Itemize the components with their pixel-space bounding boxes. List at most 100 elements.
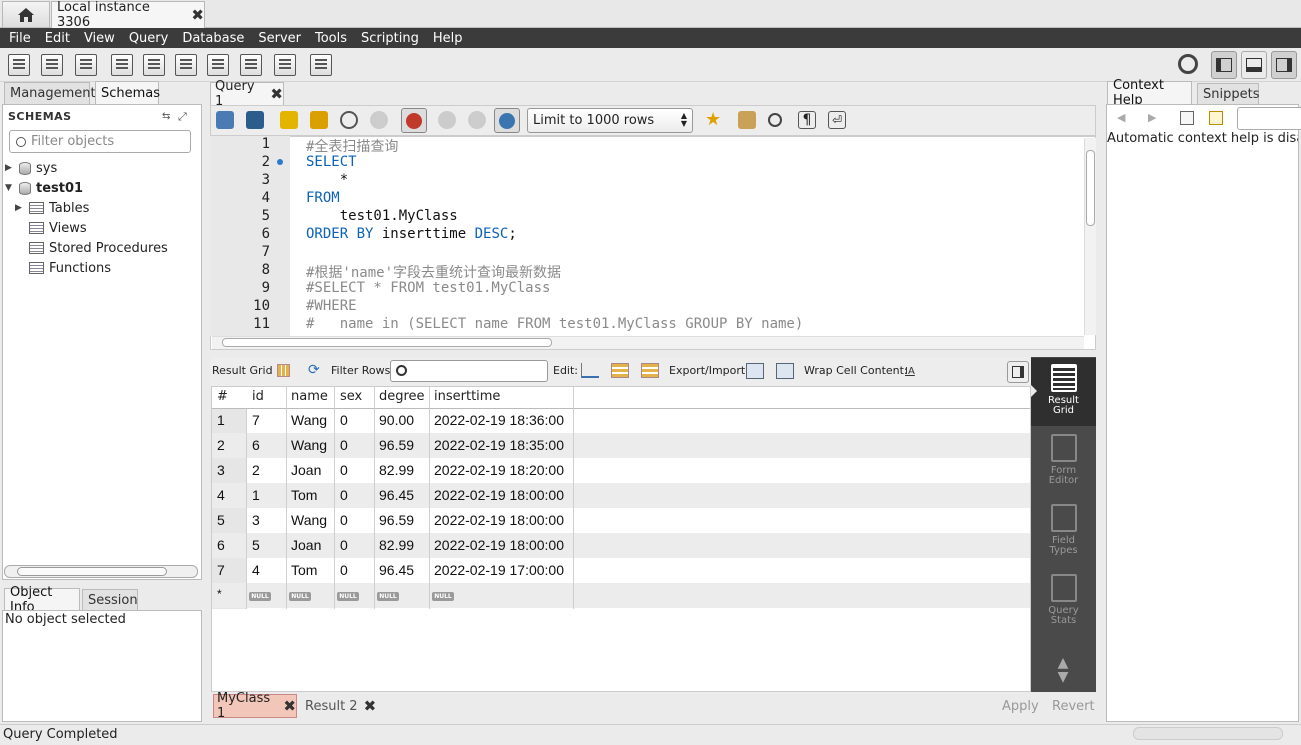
table-cell[interactable]: 0 (340, 487, 348, 503)
tab-management[interactable]: Management (4, 82, 96, 104)
menu-query[interactable]: Query (122, 31, 176, 46)
table-cell[interactable]: 2022-02-19 18:00:00 (434, 487, 564, 503)
query-stats-button[interactable]: Query Stats (1031, 574, 1096, 626)
menu-scripting[interactable]: Scripting (354, 31, 426, 46)
menu-edit[interactable]: Edit (38, 31, 77, 46)
table-cell[interactable]: Wang (291, 437, 327, 453)
toggle-secondary-sidebar-button[interactable] (1271, 51, 1297, 79)
table-cell[interactable]: 0 (340, 412, 348, 428)
execute-icon[interactable] (280, 111, 298, 129)
form-editor-button[interactable]: Form Editor (1031, 434, 1096, 486)
expand-arrow-icon[interactable]: ▶ (5, 163, 14, 173)
toggle-result-panel-button[interactable] (1007, 361, 1029, 383)
export-icon[interactable] (746, 363, 764, 379)
create-table-icon[interactable] (143, 54, 165, 76)
invisible-chars-icon[interactable]: ¶ (798, 111, 816, 129)
forward-icon[interactable]: ▶ (1148, 111, 1156, 124)
table-cell[interactable]: Wang (291, 512, 327, 528)
table-cell[interactable]: Tom (291, 487, 317, 503)
column-header[interactable]: id (252, 389, 264, 404)
tab-object-info[interactable]: Object Info (4, 585, 80, 615)
tab-result-2[interactable]: Result 2 ✖ (302, 694, 380, 718)
tab-result-myclass-1[interactable]: MyClass 1 ✖ (213, 691, 297, 721)
find-icon[interactable] (768, 113, 782, 127)
explain-icon[interactable] (340, 111, 358, 129)
column-header[interactable]: degree (379, 389, 425, 404)
revert-button[interactable]: Revert (1052, 699, 1095, 714)
table-cell[interactable]: 3 (252, 512, 260, 528)
collapse-arrow-icon[interactable]: ▼ (5, 183, 14, 193)
table-cell[interactable]: 2022-02-19 18:36:00 (434, 412, 564, 428)
table-cell[interactable]: 6 (252, 437, 260, 453)
manual-help-icon[interactable] (1180, 111, 1194, 125)
column-header[interactable]: name (291, 389, 328, 404)
close-icon[interactable]: ✖ (364, 698, 377, 714)
table-cell[interactable]: 2022-02-19 18:00:00 (434, 512, 564, 528)
limit-rows-select[interactable]: Limit to 1000 rows ▲ ▼ (527, 108, 693, 133)
delete-row-icon[interactable] (641, 363, 659, 378)
table-cell[interactable]: 1 (252, 487, 260, 503)
import-icon[interactable] (776, 363, 794, 379)
toggle-autocommit-button[interactable] (401, 108, 427, 133)
tab-query-1[interactable]: Query 1 ✖ (210, 79, 284, 109)
reconnect-icon[interactable] (310, 54, 332, 76)
schemas-horizontal-scrollbar[interactable] (4, 565, 198, 578)
result-grid-view-button[interactable]: Result Grid (1031, 364, 1096, 416)
tree-item-test01[interactable]: ▼ test01 (5, 178, 83, 198)
filter-objects-input[interactable]: Filter objects (9, 130, 191, 153)
tree-item-functions[interactable]: Functions (29, 258, 111, 278)
search-table-data-icon[interactable] (274, 54, 296, 76)
menu-file[interactable]: File (2, 31, 38, 46)
back-icon[interactable]: ◀ (1117, 111, 1125, 124)
inspector-icon[interactable] (75, 54, 97, 76)
create-schema-icon[interactable] (111, 54, 133, 76)
field-types-button[interactable]: Field Types (1031, 504, 1096, 556)
create-procedure-icon[interactable] (207, 54, 229, 76)
table-cell[interactable]: 96.45 (379, 562, 414, 578)
menu-view[interactable]: View (77, 31, 122, 46)
auto-help-icon[interactable] (1209, 111, 1223, 125)
editor-vertical-scrollbar[interactable] (1084, 138, 1096, 335)
table-cell[interactable]: 2 (252, 462, 260, 478)
table-cell[interactable]: Tom (291, 562, 317, 578)
word-wrap-icon[interactable]: ⏎ (828, 111, 846, 129)
table-cell[interactable]: 0 (340, 437, 348, 453)
table-cell[interactable]: 0 (340, 462, 348, 478)
table-cell[interactable]: 5 (252, 537, 260, 553)
add-snippet-icon[interactable]: ★ (705, 111, 723, 129)
scroll-arrows-icon[interactable]: ▲ ▼ (1053, 656, 1073, 684)
tree-item-sys[interactable]: ▶ sys (5, 158, 57, 178)
tab-session[interactable]: Session (82, 589, 138, 611)
table-cell[interactable]: 2022-02-19 18:00:00 (434, 537, 564, 553)
menu-help[interactable]: Help (426, 31, 470, 46)
tree-item-stored-procedures[interactable]: Stored Procedures (29, 238, 168, 258)
tab-snippets[interactable]: Snippets (1197, 83, 1259, 105)
close-icon[interactable]: ✖ (283, 698, 296, 714)
open-sql-script-icon[interactable] (41, 54, 63, 76)
create-function-icon[interactable] (240, 54, 262, 76)
column-header[interactable]: # (217, 389, 228, 404)
table-cell[interactable]: 82.99 (379, 537, 414, 553)
tab-schemas[interactable]: Schemas (95, 81, 160, 104)
toggle-output-button[interactable] (1241, 51, 1267, 79)
table-cell[interactable]: 4 (252, 562, 260, 578)
table-cell[interactable]: 96.59 (379, 437, 414, 453)
gear-icon[interactable] (1178, 54, 1198, 74)
table-cell[interactable]: 0 (340, 537, 348, 553)
menu-database[interactable]: Database (175, 31, 251, 46)
table-cell[interactable]: 2022-02-19 18:20:00 (434, 462, 564, 478)
save-icon[interactable] (246, 111, 264, 129)
column-header[interactable]: inserttime (434, 389, 500, 404)
wrap-cell-icon[interactable]: IA (905, 366, 915, 377)
table-cell[interactable]: Joan (291, 462, 321, 478)
table-cell[interactable]: 82.99 (379, 462, 414, 478)
tree-item-tables[interactable]: ▶ Tables (15, 198, 89, 218)
close-icon[interactable]: ✖ (270, 86, 283, 102)
help-topic-input[interactable] (1237, 107, 1301, 130)
expand-arrow-icon[interactable]: ▶ (15, 203, 24, 213)
rollback-icon[interactable] (468, 111, 486, 129)
table-cell[interactable]: 0 (340, 562, 348, 578)
table-cell[interactable]: Joan (291, 537, 321, 553)
table-cell[interactable]: 7 (252, 412, 260, 428)
filter-rows-input[interactable] (390, 360, 548, 382)
